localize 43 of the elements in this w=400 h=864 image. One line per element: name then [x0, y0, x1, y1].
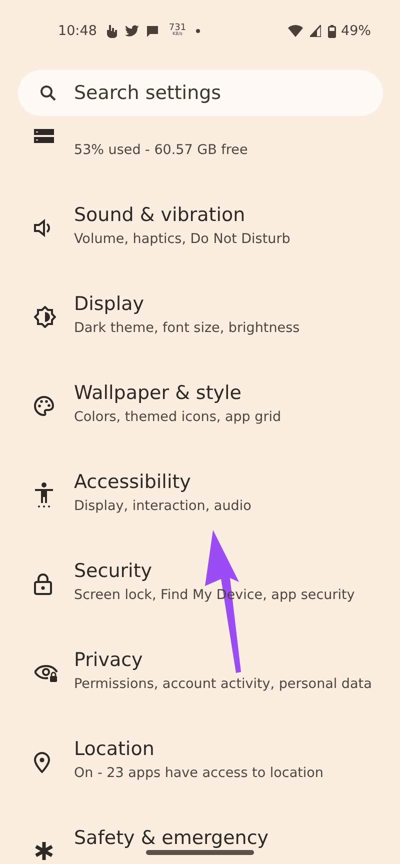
- clock: 10:48: [58, 23, 97, 39]
- accessibility-icon: [34, 482, 54, 508]
- battery-percent: 49%: [340, 23, 371, 39]
- item-title: Sound & vibration: [74, 203, 246, 227]
- item-title: Accessibility: [74, 470, 192, 494]
- item-title: Location: [74, 737, 156, 761]
- palette-icon: [34, 396, 54, 416]
- chat-icon: [146, 25, 159, 37]
- bird-icon: [124, 25, 139, 37]
- item-subtitle: On - 23 apps have access to location: [74, 764, 324, 783]
- dot-icon: [196, 29, 200, 33]
- item-title: Safety & emergency: [74, 826, 269, 850]
- item-subtitle: Permissions, account activity, personal data: [74, 675, 372, 694]
- wifi-icon: [288, 25, 303, 37]
- search-icon: [40, 85, 56, 101]
- storage-icon: [34, 129, 54, 143]
- settings-item[interactable]: Privacy Permissions, account activity, personal data: [0, 638, 400, 727]
- item-title: Security: [74, 559, 154, 583]
- asterisk-icon: [34, 841, 54, 861]
- settings-item[interactable]: Display Dark theme, font size, brightness: [0, 282, 400, 371]
- gesture-hand-icon: [106, 24, 118, 38]
- item-subtitle: Colors, themed icons, app grid: [74, 408, 282, 427]
- settings-item[interactable]: 53% used - 60.57 GB free: [0, 128, 400, 193]
- settings-item[interactable]: Sound & vibration Volume, haptics, Do Not Disturb: [0, 193, 400, 282]
- lock-icon: [34, 573, 52, 595]
- settings-item[interactable]: Wallpaper & style Colors, themed icons, app grid: [0, 371, 400, 460]
- item-subtitle: Dark theme, font size, brightness: [74, 319, 300, 338]
- item-title: Wallpaper & style: [74, 381, 242, 405]
- location-pin-icon: [34, 752, 50, 772]
- gesture-handle[interactable]: [146, 850, 254, 855]
- search-field[interactable]: Search settings: [18, 70, 383, 116]
- item-subtitle: Volume, haptics, Do Not Disturb: [74, 230, 290, 249]
- item-subtitle: 53% used - 60.57 GB free: [74, 141, 248, 160]
- signal-icon: [310, 25, 321, 37]
- settings-item[interactable]: Safety & emergency: [0, 816, 400, 864]
- item-subtitle: Display, interaction, audio: [74, 497, 252, 516]
- eye-icon: [34, 664, 58, 682]
- item-title: Privacy: [74, 648, 144, 672]
- item-title: Display: [74, 292, 146, 316]
- brightness-icon: [34, 306, 56, 328]
- settings-item[interactable]: Location On - 23 apps have access to location: [0, 727, 400, 816]
- settings-item[interactable]: Accessibility Display, interaction, audio: [0, 460, 400, 549]
- battery-icon: [328, 24, 336, 38]
